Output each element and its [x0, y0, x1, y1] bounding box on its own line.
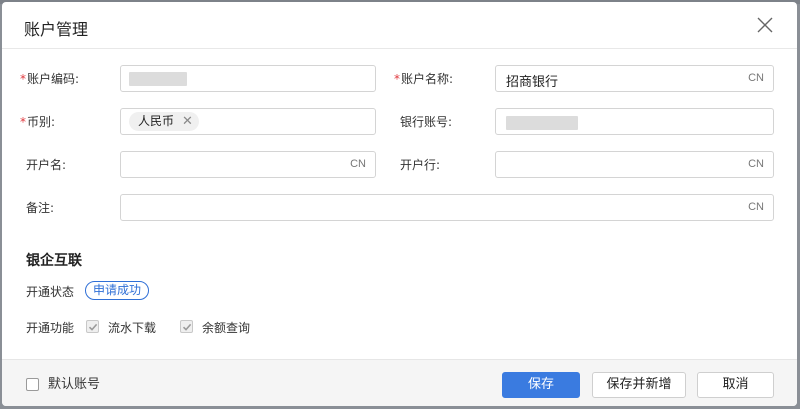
language-suffix: CN: [748, 158, 764, 170]
required-mark: *: [20, 72, 26, 86]
redacted-value: [506, 116, 578, 130]
statement-download-label: 流水下载: [108, 321, 157, 335]
balance-query-checkbox[interactable]: [180, 320, 193, 333]
status-badge: 申请成功: [85, 281, 150, 300]
required-mark: *: [394, 72, 400, 86]
account-holder-input[interactable]: CN: [120, 151, 376, 178]
dialog-title: 账户管理: [24, 20, 89, 39]
currency-label-text: 币别:: [27, 115, 56, 129]
tag-remove-icon[interactable]: ✕: [182, 112, 193, 131]
dialog-footer: 默认账号 保存 保存并新增 取消: [2, 359, 797, 406]
account-management-dialog: 账户管理 *账户编码: *账户名称: 招商银行 CN *币别: 人民币 ✕ 银行…: [2, 2, 797, 406]
remark-label: 备注:: [26, 201, 55, 215]
language-suffix: CN: [748, 201, 764, 213]
account-name-input[interactable]: 招商银行 CN: [495, 65, 774, 92]
bank-branch-input[interactable]: CN: [495, 151, 774, 178]
bank-link-section-title: 银企互联: [26, 253, 82, 269]
default-account-label: 默认账号: [48, 377, 101, 392]
remark-input[interactable]: CN: [120, 194, 774, 221]
bank-account-label: 银行账号:: [400, 115, 453, 129]
statement-download-checkbox[interactable]: [86, 320, 99, 333]
save-button[interactable]: 保存: [502, 372, 580, 398]
account-code-label-text: 账户编码:: [27, 72, 80, 86]
features-label: 开通功能: [26, 321, 75, 335]
redacted-value: [129, 72, 187, 86]
currency-tag: 人民币 ✕: [129, 112, 199, 131]
account-name-label: *账户名称:: [394, 71, 453, 87]
account-code-input[interactable]: [120, 65, 376, 92]
language-suffix: CN: [748, 72, 764, 84]
dialog-header: 账户管理: [2, 2, 797, 49]
currency-select[interactable]: 人民币 ✕: [120, 108, 376, 135]
default-account-checkbox[interactable]: [26, 378, 39, 391]
required-mark: *: [20, 115, 26, 129]
save-and-new-button[interactable]: 保存并新增: [592, 372, 686, 398]
cancel-button[interactable]: 取消: [697, 372, 774, 398]
bank-branch-label: 开户行:: [400, 158, 441, 172]
status-label: 开通状态: [26, 285, 75, 299]
account-name-value: 招商银行: [506, 75, 559, 90]
currency-tag-label: 人民币: [138, 114, 175, 128]
language-suffix: CN: [350, 158, 366, 170]
currency-label: *币别:: [20, 114, 55, 130]
account-name-label-text: 账户名称:: [401, 72, 454, 86]
bank-account-input[interactable]: [495, 108, 774, 135]
balance-query-label: 余额查询: [202, 321, 251, 335]
account-code-label: *账户编码:: [20, 71, 79, 87]
account-holder-label: 开户名:: [26, 158, 67, 172]
close-icon[interactable]: [755, 15, 775, 35]
